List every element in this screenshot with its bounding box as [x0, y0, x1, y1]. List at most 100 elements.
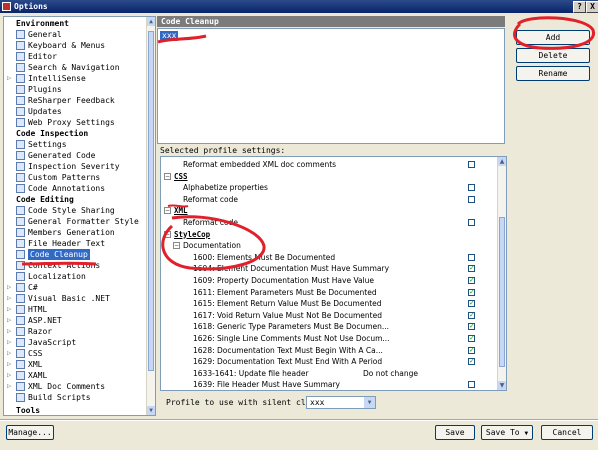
settings-row-label: Documentation [183, 241, 241, 251]
settings-row[interactable]: Reformat code [161, 194, 497, 205]
settings-row-label: Reformat code [183, 218, 238, 227]
settings-row[interactable]: 1609: Property Documentation Must Have V… [161, 275, 497, 286]
expand-icon[interactable]: ▷ [7, 370, 11, 381]
tree-item-label: Editor [28, 52, 57, 61]
tree-item-label: CSS [28, 349, 43, 358]
checkbox-checked[interactable]: ✓ [468, 323, 475, 331]
help-button[interactable]: ? [573, 1, 586, 13]
close-button[interactable]: X [586, 1, 598, 13]
collapse-icon[interactable]: − [173, 242, 180, 250]
settings-scroll-thumb[interactable] [499, 217, 505, 367]
scroll-thumb[interactable] [148, 31, 154, 371]
settings-row[interactable]: 1629: Documentation Text Must End With A… [161, 356, 497, 367]
rename-button[interactable]: Rename [516, 66, 590, 81]
settings-subgroup[interactable]: − Documentation [161, 240, 497, 251]
settings-row[interactable]: 1626: Single Line Comments Must Not Use … [161, 333, 497, 344]
settings-row[interactable]: 1633-1641: Update file header Do not chan… [161, 368, 497, 379]
checkbox-unchecked[interactable] [468, 219, 475, 226]
settings-row[interactable]: Alphabetize properties [161, 182, 497, 193]
tree-item-label: C# [28, 283, 38, 292]
collapse-icon[interactable]: − [164, 172, 171, 180]
build-scripts-icon [16, 393, 25, 402]
settings-row[interactable]: 1604: Element Documentation Must Have Su… [161, 263, 497, 274]
manage-button[interactable]: Manage... [6, 425, 54, 440]
settings-row[interactable]: 1615: Element Return Value Must Be Docum… [161, 298, 497, 309]
settings-group[interactable]: − CSS [161, 171, 497, 182]
silent-profile-select[interactable]: xxx ▼ [306, 396, 376, 409]
expand-icon[interactable]: ▷ [7, 348, 11, 359]
footer-divider [0, 419, 598, 421]
tree-item-label: Visual Basic .NET [28, 294, 110, 303]
settings-row[interactable]: 1618: Generic Type Parameters Must Be Do… [161, 321, 497, 332]
inspection-severity-icon [16, 162, 25, 171]
settings-row[interactable]: 1617: Void Return Value Must Not Be Docu… [161, 310, 497, 321]
collapse-icon[interactable]: − [164, 230, 171, 238]
expand-icon[interactable]: ▷ [7, 315, 11, 326]
tree-header-environment[interactable]: Environment [16, 18, 69, 29]
checkbox-unchecked[interactable] [468, 161, 475, 168]
expand-icon[interactable]: ▷ [7, 304, 11, 315]
checkbox-unchecked[interactable] [468, 184, 475, 192]
checkbox-checked[interactable]: ✓ [468, 277, 475, 284]
settings-scroll-up-icon[interactable]: ▲ [498, 157, 506, 166]
tree-item-label: Razor [28, 327, 53, 336]
checkbox-checked[interactable]: ✓ [468, 311, 475, 319]
settings-row[interactable]: 1600: Elements Must Be Documented [161, 252, 497, 263]
checkbox-checked[interactable]: ✓ [468, 265, 475, 273]
checkbox-checked[interactable]: ✓ [468, 300, 475, 308]
checkbox-checked[interactable]: ✓ [468, 335, 475, 342]
checkbox-checked[interactable]: ✓ [468, 346, 475, 354]
checkbox-unchecked[interactable] [468, 381, 475, 389]
tree-header-code-editing[interactable]: Code Editing [16, 194, 74, 205]
settings-row[interactable]: Reformat code [161, 217, 497, 228]
checkbox-unchecked[interactable] [468, 195, 475, 203]
settings-row-label: 1617: Void Return Value Must Not Be Docu… [193, 310, 382, 320]
settings-row-label: 1618: Generic Type Parameters Must Be Do… [193, 322, 390, 332]
tree-item-label: JavaScript [28, 338, 77, 347]
generated-code-icon [16, 151, 25, 160]
delete-button[interactable]: Delete [516, 48, 590, 63]
app-icon [2, 2, 11, 11]
asp-net-icon [16, 316, 25, 325]
checkbox-checked[interactable]: ✓ [468, 288, 475, 296]
settings-row[interactable]: 1639: File Header Must Have Summary [161, 379, 497, 390]
expand-icon[interactable]: ▷ [7, 293, 11, 304]
profile-item[interactable]: xxx [160, 31, 179, 41]
settings-group[interactable]: − XML [161, 205, 497, 216]
expand-icon[interactable]: ▷ [7, 282, 11, 293]
tree-scrollbar[interactable]: ▲ ▼ [146, 17, 155, 415]
settings-row[interactable]: Reformat embedded XML doc comments [161, 159, 497, 170]
profile-list[interactable]: xxx [157, 28, 505, 144]
editor-icon [16, 52, 25, 61]
settings-row-label: 1600: Elements Must Be Documented [193, 252, 336, 262]
settings-scroll-down-icon[interactable]: ▼ [498, 381, 506, 390]
scroll-up-icon[interactable]: ▲ [147, 17, 155, 26]
expand-icon[interactable]: ▷ [7, 326, 11, 337]
cancel-button[interactable]: Cancel [541, 425, 593, 440]
checkbox-unchecked[interactable] [468, 253, 475, 261]
css-icon [16, 349, 25, 358]
expand-icon[interactable]: ▷ [7, 381, 11, 392]
checkbox-checked[interactable]: ✓ [468, 358, 475, 366]
expand-icon[interactable]: ▷ [7, 73, 11, 84]
settings-scrollbar[interactable]: ▲ ▼ [497, 157, 506, 390]
tree-header-code-inspection[interactable]: Code Inspection [16, 128, 88, 139]
expand-icon[interactable]: ▷ [7, 359, 11, 370]
tree-header-tools[interactable]: Tools [16, 405, 40, 415]
save-to-button[interactable]: Save To ▼ [481, 425, 533, 440]
razor-icon [16, 327, 25, 336]
xml-icon [16, 360, 25, 369]
chevron-down-icon[interactable]: ▼ [364, 397, 375, 408]
add-button[interactable]: Add [516, 30, 590, 45]
collapse-icon[interactable]: − [164, 207, 171, 215]
settings-row-value[interactable]: Do not change [363, 368, 418, 379]
settings-group[interactable]: − StyleCop [161, 229, 497, 240]
tree-item-label: Code Cleanup [28, 249, 90, 260]
tree-item-label: General [28, 30, 62, 39]
save-button[interactable]: Save [435, 425, 475, 440]
scroll-down-icon[interactable]: ▼ [147, 406, 155, 415]
tree-item-label: Inspection Severity [28, 162, 120, 171]
expand-icon[interactable]: ▷ [7, 337, 11, 348]
settings-row[interactable]: 1628: Documentation Text Must Begin With… [161, 345, 497, 356]
settings-row[interactable]: 1611: Element Parameters Must Be Documen… [161, 287, 497, 298]
